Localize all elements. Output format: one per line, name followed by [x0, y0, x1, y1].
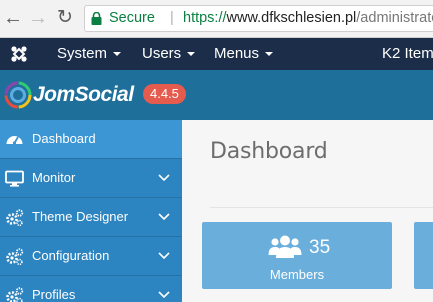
members-count: 35 [309, 237, 331, 258]
url-path: /administrato [356, 10, 433, 26]
cogs-icon [6, 287, 24, 302]
menu-system-label: System [57, 45, 108, 62]
sidebar: Dashboard Monitor Theme Designer Configu… [0, 120, 182, 302]
menu-k2-item-label: K2 Item [382, 45, 433, 62]
caret-down-icon [187, 52, 196, 57]
back-arrow-icon[interactable]: ← [2, 7, 24, 29]
jomsocial-header: JomSocial 4.4.5 [0, 70, 433, 120]
sidebar-item-dashboard[interactable]: Dashboard [0, 120, 182, 159]
sidebar-item-label: Profiles [32, 287, 76, 302]
caret-down-icon [113, 52, 122, 57]
main-content: Dashboard 35 Members [182, 120, 433, 302]
sidebar-item-label: Monitor [32, 170, 76, 185]
caret-down-icon [265, 52, 274, 57]
cogs-icon [6, 209, 24, 227]
menu-users-label: Users [142, 45, 182, 62]
stat-card[interactable] [414, 222, 433, 289]
sidebar-item-label: Theme Designer [32, 209, 129, 224]
joomla-logo-icon[interactable] [10, 45, 28, 63]
version-badge: 4.4.5 [143, 84, 186, 104]
cogs-icon [6, 248, 24, 266]
menu-users[interactable]: Users [142, 38, 196, 70]
chevron-down-icon [158, 252, 170, 260]
users-icon [268, 235, 302, 258]
reload-icon[interactable]: ↻ [54, 7, 76, 29]
jomsocial-brand[interactable]: JomSocial [33, 81, 134, 109]
admin-menu-bar: System Users Menus K2 Item [0, 38, 433, 70]
sidebar-item-label: Configuration [32, 248, 110, 263]
dashboard-icon [6, 136, 23, 145]
menu-k2-item[interactable]: K2 Item [382, 38, 433, 70]
chevron-down-icon [158, 213, 170, 221]
chevron-down-icon [158, 174, 170, 182]
chevron-down-icon [158, 291, 170, 299]
browser-toolbar: ← → ↻ Secure | https://www.dfkschlesien.… [0, 0, 433, 38]
stat-card-members[interactable]: 35 Members [202, 222, 392, 289]
sidebar-item-profiles[interactable]: Profiles [0, 276, 182, 302]
forward-arrow-icon[interactable]: → [27, 7, 49, 29]
divider [210, 207, 433, 208]
jomsocial-logo-icon[interactable] [4, 81, 32, 109]
sidebar-item-theme-designer[interactable]: Theme Designer [0, 198, 182, 237]
lock-icon [91, 12, 102, 25]
address-bar[interactable]: Secure | https://www.dfkschlesien.pl/adm… [84, 5, 433, 32]
secure-label: Secure [109, 10, 155, 26]
url-host: www.dfkschlesien.pl [226, 10, 357, 26]
sidebar-item-configuration[interactable]: Configuration [0, 237, 182, 276]
monitor-icon [5, 170, 24, 187]
sidebar-item-monitor[interactable]: Monitor [0, 159, 182, 198]
menu-menus[interactable]: Menus [214, 38, 274, 70]
menu-menus-label: Menus [214, 45, 260, 62]
url-scheme: https:// [183, 10, 227, 26]
menu-system[interactable]: System [57, 38, 122, 70]
sidebar-item-label: Dashboard [32, 131, 96, 146]
url-text: https://www.dfkschlesien.pl/administrato [183, 6, 433, 31]
address-separator: | [170, 10, 174, 26]
members-label: Members [269, 267, 325, 282]
page-title: Dashboard [210, 139, 328, 164]
